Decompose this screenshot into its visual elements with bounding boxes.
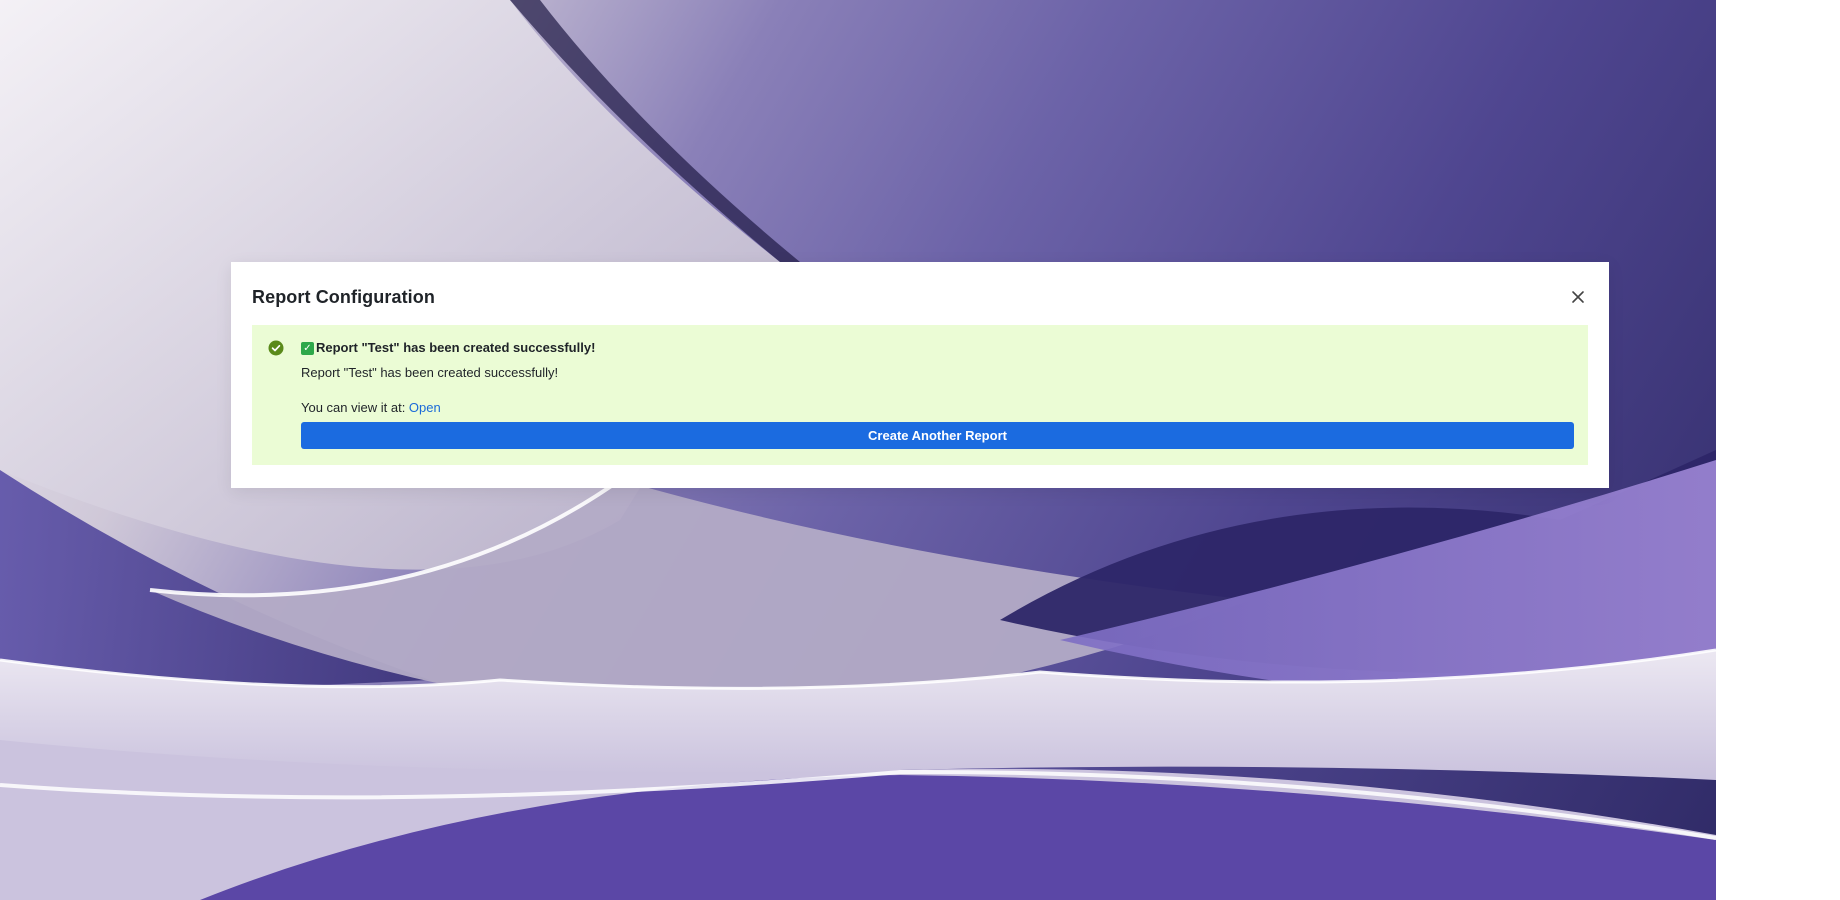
close-icon bbox=[1572, 291, 1584, 303]
create-another-report-button[interactable]: Create Another Report bbox=[301, 422, 1574, 449]
check-mark-icon: ✓ bbox=[301, 341, 314, 355]
alert-content: ✓ Report "Test" has been created success… bbox=[301, 339, 1574, 449]
alert-title: Report "Test" has been created successfu… bbox=[316, 340, 596, 355]
open-report-link[interactable]: Open bbox=[409, 400, 441, 415]
close-button[interactable] bbox=[1567, 286, 1589, 308]
success-alert: ✓ Report "Test" has been created success… bbox=[252, 325, 1588, 465]
check-circle-icon bbox=[268, 340, 284, 356]
view-report-line: You can view it at: Open bbox=[301, 399, 1574, 417]
dialog-title: Report Configuration bbox=[252, 287, 435, 307]
alert-message: Report "Test" has been created successfu… bbox=[301, 365, 559, 380]
alert-title-row: ✓ Report "Test" has been created success… bbox=[301, 339, 1574, 357]
report-configuration-dialog: Report Configuration ✓ Report "Test" has… bbox=[231, 262, 1609, 488]
view-report-label: You can view it at: bbox=[301, 400, 409, 415]
